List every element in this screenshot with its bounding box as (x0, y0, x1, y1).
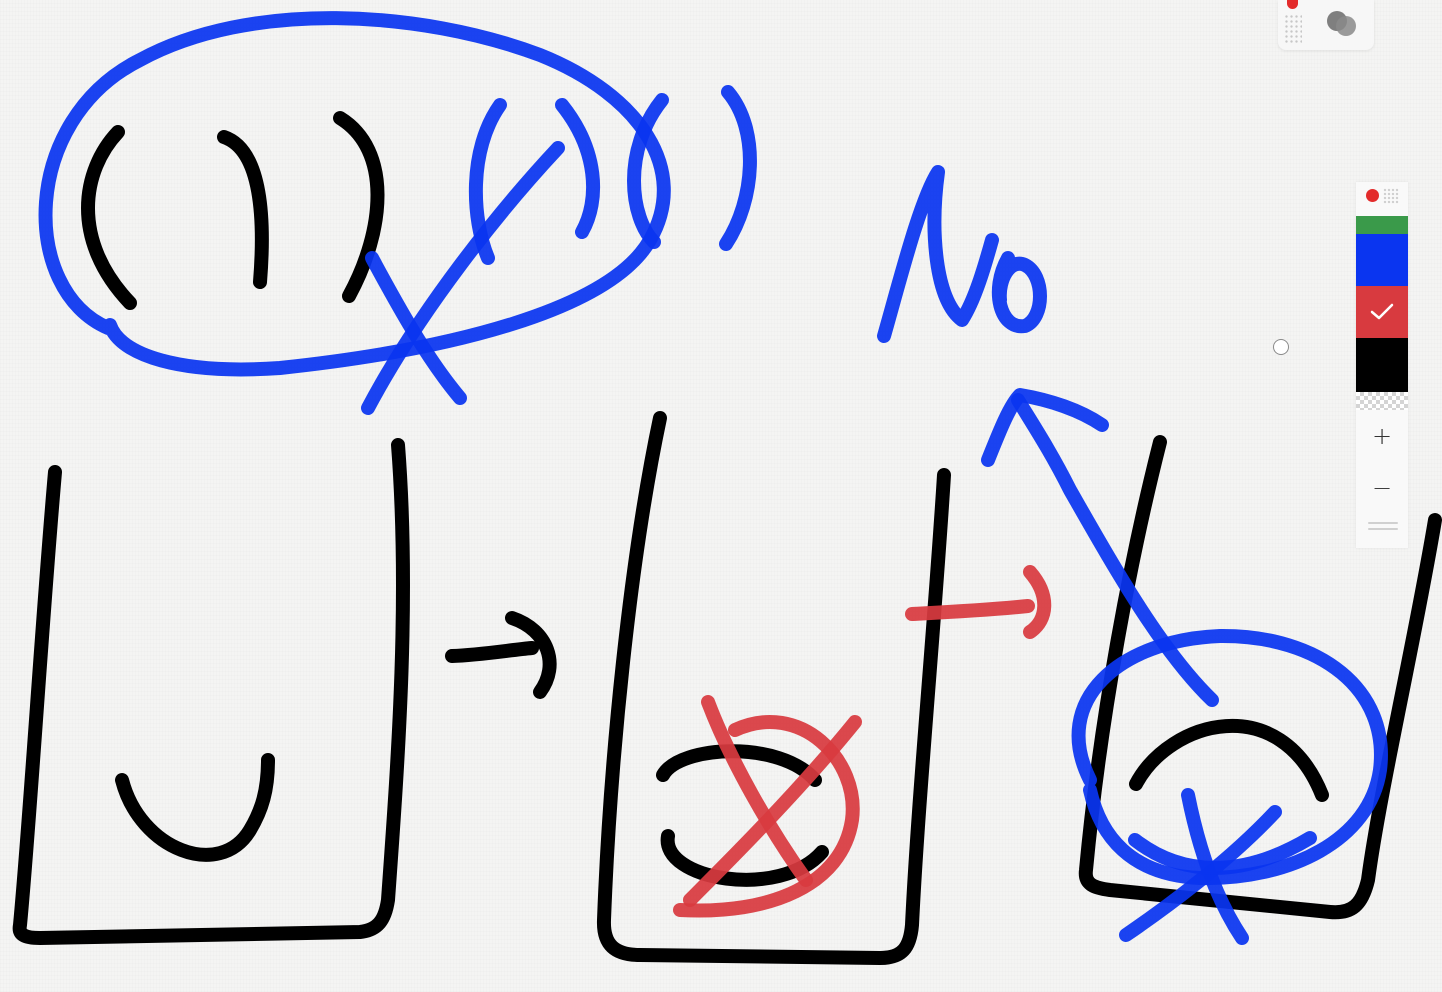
ink-blue-paren-4 (719, 85, 757, 251)
swatch-black[interactable] (1356, 338, 1408, 392)
tool-widget[interactable] (1278, 0, 1374, 50)
swatch-blue[interactable] (1356, 234, 1408, 286)
ink-black-arc-3 (1129, 719, 1329, 802)
swatch-red[interactable] (1356, 286, 1408, 338)
ink-blue-no-o (991, 251, 1047, 334)
palette-header (1356, 182, 1408, 216)
ink-layer[interactable] (0, 0, 1442, 992)
ink-blue-no-N (877, 165, 999, 343)
ink-black-smile-1 (115, 753, 275, 862)
swatch-green[interactable] (1356, 216, 1408, 234)
swatch-transparent[interactable] (1356, 392, 1408, 410)
active-color-dot-icon (1366, 189, 1379, 202)
ink-red-arrow-2-shaft (905, 599, 1035, 621)
zoom-in-button[interactable]: + (1356, 414, 1408, 458)
ink-blue-x-stroke-1 (361, 141, 565, 415)
zoom-out-button[interactable]: − (1356, 466, 1408, 510)
ink-black-arrow-1-shaft (445, 641, 539, 663)
dot-grid-icon (1383, 188, 1399, 204)
color-palette[interactable]: + − (1356, 182, 1408, 548)
ink-blue-ellipse-3 (1071, 628, 1388, 886)
blend-mode-icon[interactable] (1322, 4, 1362, 44)
cursor-ring (1273, 339, 1289, 355)
dot-grid-icon[interactable] (1284, 14, 1302, 44)
drawing-canvas[interactable] (0, 0, 1442, 992)
red-dot-icon (1287, 0, 1298, 9)
drag-handle-icon[interactable] (1368, 522, 1398, 536)
ink-blue-paren-2 (555, 98, 601, 239)
ink-black-container-1 (12, 438, 411, 945)
ink-black-close-paren-1 (217, 130, 269, 289)
checkmark-icon (1356, 286, 1408, 338)
ink-blue-ellipse-top (38, 11, 671, 377)
ink-black-open-paren (81, 125, 137, 310)
